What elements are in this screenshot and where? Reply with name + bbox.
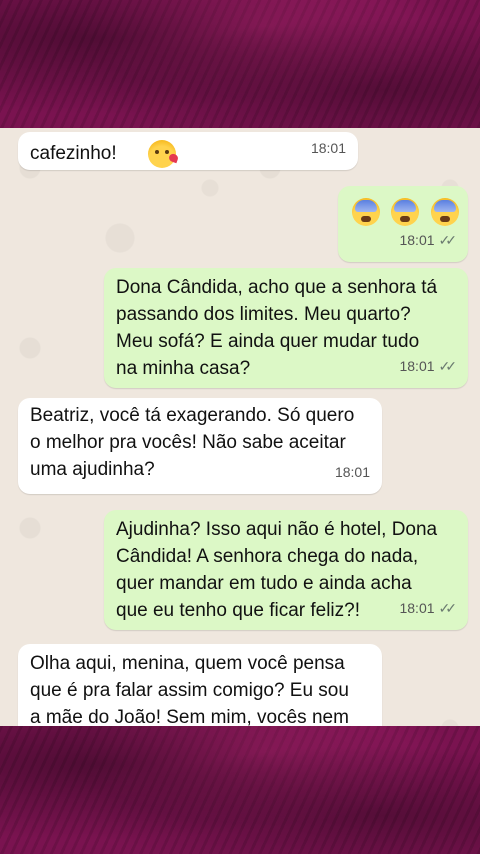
read-receipt-icon: ✓✓ — [438, 358, 458, 374]
message-text: Beatriz, você tá exagerando. Só quero o … — [30, 405, 355, 480]
message-incoming-1[interactable]: cafezinho! 18:01 — [18, 132, 358, 170]
message-text: cafezinho! — [30, 143, 117, 164]
fearful-face-emoji-icon — [391, 198, 420, 226]
message-meta: 18:01 ✓✓ — [399, 353, 458, 380]
message-time: 18:01 — [334, 464, 370, 480]
message-outgoing-emoji[interactable]: 18:01 ✓✓ — [338, 186, 468, 262]
fearful-face-emoji-icon — [430, 198, 459, 226]
message-time: 18:01 — [399, 600, 435, 616]
message-time: 18:01 — [310, 140, 346, 156]
message-outgoing-3[interactable]: Ajudinha? Isso aqui não é hotel, Dona Câ… — [104, 510, 468, 630]
message-incoming-3[interactable]: Olha aqui, menina, quem você pensa que é… — [18, 644, 382, 726]
message-meta: 18:01 — [311, 135, 346, 162]
chat-conversation[interactable]: cafezinho! 18:01 18:01 ✓✓ Dona Cândida, … — [0, 128, 480, 726]
message-meta: 18:01 ✓✓ — [399, 227, 458, 254]
message-meta: 18:01 ✓✓ — [399, 595, 458, 622]
emoji-row — [352, 198, 465, 226]
read-receipt-icon: ✓✓ — [438, 232, 458, 248]
message-text: Olha aqui, menina, quem você pensa que é… — [30, 653, 349, 726]
message-meta: 18:01 — [335, 459, 370, 486]
fearful-face-emoji-icon — [352, 198, 380, 226]
bottom-decorative-band — [0, 726, 480, 854]
read-receipt-icon: ✓✓ — [438, 600, 458, 616]
top-decorative-band — [0, 0, 480, 128]
message-time: 18:01 — [399, 232, 435, 248]
message-time: 18:01 — [399, 358, 435, 374]
message-incoming-2[interactable]: Beatriz, você tá exagerando. Só quero o … — [18, 398, 382, 494]
kissing-heart-emoji-icon — [148, 140, 176, 168]
message-outgoing-2[interactable]: Dona Cândida, acho que a senhora tá pass… — [104, 268, 468, 388]
